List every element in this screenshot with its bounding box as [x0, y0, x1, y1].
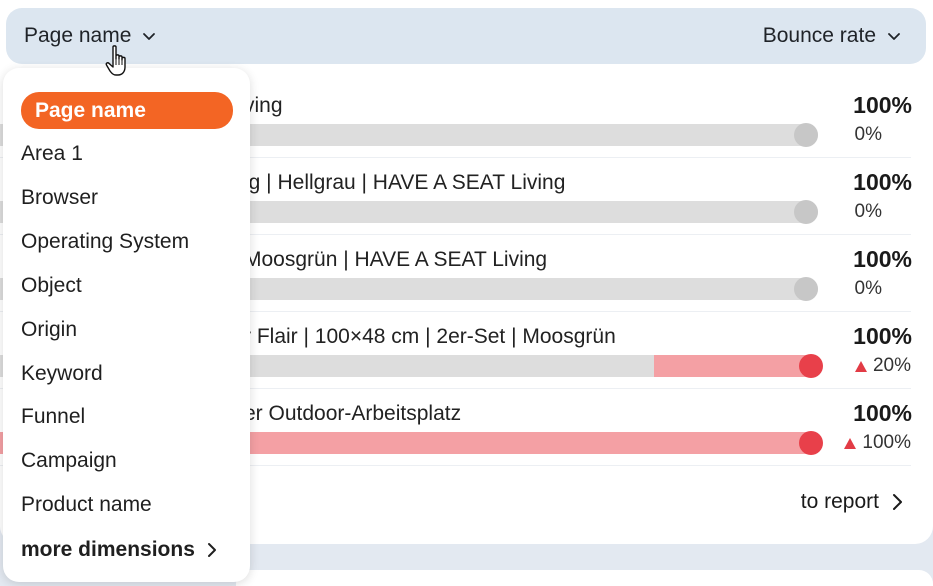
- to-report-link[interactable]: to report: [801, 490, 903, 514]
- row-delta-value: 0%: [854, 201, 882, 222]
- row-delta-value: 100%: [862, 432, 911, 453]
- dimension-option-origin[interactable]: Origin: [21, 318, 77, 342]
- row-label: er Outdoor-Arbeitsplatz: [244, 402, 462, 425]
- triangle-up-icon: [844, 437, 857, 449]
- row-value: 100%: [853, 246, 912, 272]
- hand-cursor-icon: [105, 45, 126, 76]
- row-delta-value: 0%: [854, 278, 882, 299]
- dimension-option-browser[interactable]: Browser: [21, 186, 98, 210]
- dimension-option-product-name[interactable]: Product name: [21, 493, 152, 517]
- more-dimensions-link[interactable]: more dimensions: [21, 538, 217, 562]
- row-value: 100%: [853, 400, 912, 426]
- triangle-up-icon: [854, 360, 867, 372]
- row-value: 100%: [853, 92, 912, 118]
- row-label: lg | Hellgrau | HAVE A SEAT Living: [244, 171, 566, 194]
- dimension-option-funnel[interactable]: Funnel: [21, 405, 85, 429]
- row-delta: 0%: [855, 124, 882, 146]
- dimension-option-campaign[interactable]: Campaign: [21, 449, 117, 473]
- widget-header: Page name Bounce rate: [6, 8, 926, 64]
- dimension-option-page-name[interactable]: Page name: [21, 92, 233, 129]
- row-label: r Flair | 100×48 cm | 2er-Set | Moosgrün: [244, 325, 616, 348]
- row-delta: 20%: [854, 355, 911, 377]
- bar-knob: [794, 200, 818, 224]
- chevron-right-icon: [207, 543, 216, 557]
- metric-select-label: Bounce rate: [762, 24, 876, 47]
- row-delta-value: 0%: [854, 124, 882, 145]
- to-report-label: to report: [800, 490, 879, 513]
- row-delta-value: 20%: [872, 355, 911, 376]
- metric-select[interactable]: Bounce rate: [763, 22, 902, 50]
- bar-fill: [654, 355, 818, 377]
- chevron-right-icon: [893, 494, 902, 510]
- dimension-option-area-1[interactable]: Area 1: [21, 142, 83, 166]
- bar-knob: [794, 123, 818, 147]
- next-widget-card: [236, 570, 933, 586]
- chevron-down-icon: [888, 33, 900, 40]
- dimension-option-object[interactable]: Object: [21, 274, 82, 298]
- row-delta: 0%: [855, 278, 882, 300]
- dimension-option-keyword[interactable]: Keyword: [21, 362, 103, 386]
- row-label: Moosgrün | HAVE A SEAT Living: [244, 248, 548, 271]
- dimension-select[interactable]: Page name: [24, 22, 157, 50]
- chevron-down-icon: [143, 33, 156, 40]
- bar-knob: [799, 354, 823, 378]
- dimension-option-operating-system[interactable]: Operating System: [21, 230, 189, 254]
- bar-knob: [794, 277, 818, 301]
- bar-knob: [799, 431, 823, 455]
- dimension-dropdown: Page name Area 1 Browser Operating System Ob…: [3, 68, 250, 582]
- row-value: 100%: [853, 169, 912, 195]
- more-dimensions-label: more dimensions: [21, 538, 195, 561]
- row-value: 100%: [853, 323, 912, 349]
- row-delta: 0%: [855, 201, 882, 223]
- row-delta: 100%: [844, 432, 911, 454]
